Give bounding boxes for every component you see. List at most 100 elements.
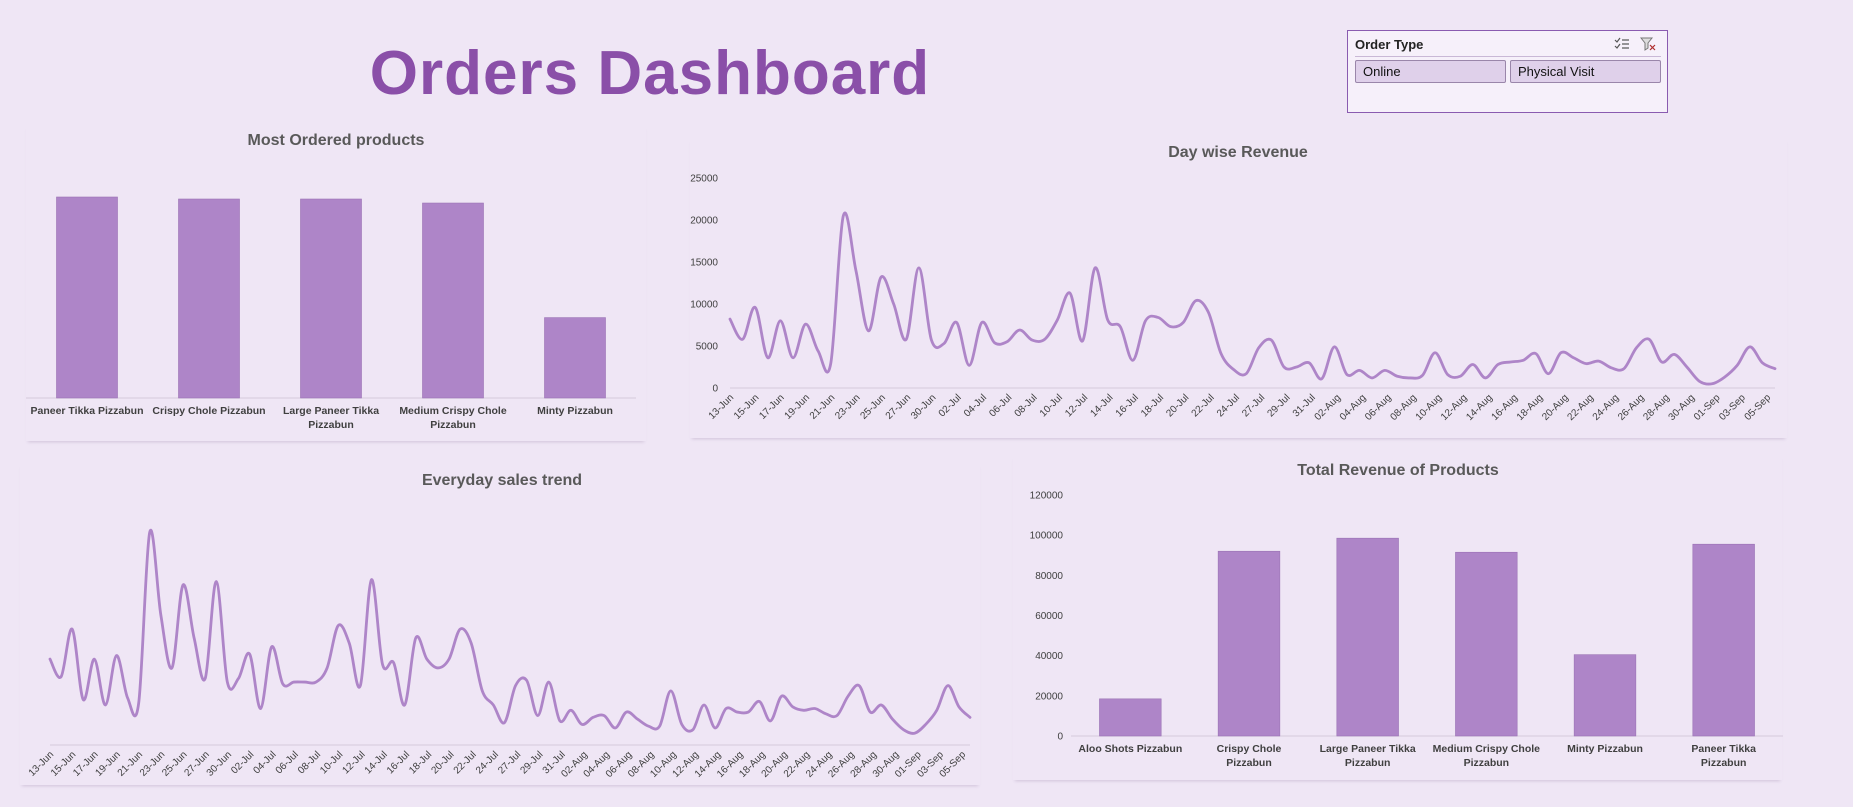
x-tick-label: 02-Aug (1313, 392, 1344, 423)
bar (1573, 654, 1637, 737)
everyday-sales-trend-chart: Everyday sales trend 13-Jun 15-Jun 17-Jun 1… (20, 463, 980, 785)
x-tick-label: 30-Jun (909, 392, 938, 421)
y-tick-label: 120000 (1030, 491, 1064, 502)
bar (1692, 543, 1755, 737)
x-tick-label: 06-Jul (274, 749, 301, 776)
multi-select-icon[interactable] (1613, 37, 1631, 53)
x-tick-label: 04-Jul (252, 749, 279, 776)
chart-title: Most Ordered products (248, 132, 425, 149)
x-tick-label: 01-Sep (1692, 392, 1723, 423)
x-tick-label: 28-Aug (1641, 392, 1672, 423)
x-tick-label: 26-Aug (1616, 392, 1647, 423)
x-tick-label: 18-Jul (1139, 392, 1166, 419)
category-label: Crispy Chole Pizzabun (1217, 743, 1282, 769)
y-tick-label: 100000 (1030, 531, 1064, 542)
chart-title: Total Revenue of Products (1297, 462, 1499, 479)
y-tick-label: 10000 (690, 300, 718, 311)
day-wise-revenue-chart: Day wise Revenue 0 5000 10000 15000 20000 250… (690, 138, 1787, 438)
x-tick-label: 10-Jul (318, 749, 345, 776)
x-tick-label: 08-Jul (1013, 392, 1040, 419)
x-tick-label: 22-Aug (1565, 392, 1596, 423)
bar (300, 198, 362, 399)
y-tick-label: 25000 (690, 174, 718, 185)
x-tick-label: 20-Jul (1164, 392, 1191, 419)
x-tick-label: 12-Jul (1063, 392, 1090, 419)
page-title: Orders Dashboard (369, 39, 931, 108)
x-tick-label: 18-Jul (407, 749, 434, 776)
bar (1099, 698, 1162, 737)
total-revenue-products-chart: Total Revenue of Products 0 20000 40000 600… (1013, 455, 1783, 780)
category-label: Minty Pizzabun (1567, 743, 1643, 755)
x-tick-label: 05-Sep (1743, 392, 1774, 423)
order-type-slicer: Order Type Online Physical Visit (1347, 30, 1668, 113)
x-tick-label: 24-Jul (1215, 392, 1242, 419)
x-tick-label: 19-Jun (783, 392, 812, 421)
x-tick-label: 06-Aug (1363, 392, 1394, 423)
y-tick-label: 15000 (690, 258, 718, 269)
y-tick-label: 5000 (696, 342, 719, 353)
x-tick-label: 16-Jul (1114, 392, 1141, 419)
most-ordered-svg: Most Ordered products Paneer Tikka Pizza… (26, 132, 636, 431)
y-tick-label: 20000 (690, 216, 718, 227)
x-tick-label: 21-Jun (808, 392, 837, 421)
slicer-option-online[interactable]: Online (1355, 60, 1506, 83)
x-tick-label: 06-Jul (987, 392, 1014, 419)
x-tick-label: 15-Jun (732, 392, 761, 421)
y-tick-label: 20000 (1035, 691, 1063, 702)
series-line (48, 528, 972, 735)
x-tick-label: 27-Jul (1240, 392, 1267, 419)
category-label: Large Paneer Tikka Pizzabun (1320, 743, 1416, 769)
bar (544, 317, 606, 399)
x-tick-label: 18-Aug (1515, 392, 1546, 423)
clear-filter-icon[interactable] (1639, 37, 1657, 53)
slicer-title: Order Type (1355, 37, 1424, 52)
bar (1217, 550, 1281, 737)
bar (422, 202, 484, 399)
x-tick-label: 23-Jun (833, 392, 862, 421)
x-tick-label: 22-Jul (452, 749, 479, 776)
category-label: Paneer Tikka Pizzabun (1691, 743, 1756, 769)
bar (1336, 537, 1399, 737)
x-tick-label: 25-Jun (858, 392, 887, 421)
x-tick-label: 08-Aug (1388, 392, 1419, 423)
day-revenue-svg: Day wise Revenue 0 5000 10000 15000 20000 250… (690, 144, 1777, 423)
x-tick-label: 02-Jul (229, 749, 256, 776)
x-tick-label: 16-Jul (385, 749, 412, 776)
x-tick-label: 10-Aug (1414, 392, 1445, 423)
slicer-option-physical-visit[interactable]: Physical Visit (1510, 60, 1661, 83)
x-tick-label: 12-Aug (1439, 392, 1470, 423)
bar (178, 198, 240, 399)
x-tick-label: 29-Jul (518, 749, 545, 776)
x-tick-label: 17-Jun (757, 392, 786, 421)
category-label: Large Paneer Tikka Pizzabun (283, 405, 379, 431)
x-tick-label: 30-Aug (1667, 392, 1698, 423)
category-label: Medium Crispy Chole Pizzabun (399, 405, 507, 431)
x-tick-label: 14-Jul (363, 749, 390, 776)
product-revenue-svg: Total Revenue of Products 0 20000 40000 600… (1030, 462, 1783, 769)
category-label: Crispy Chole Pizzabun (152, 405, 265, 417)
x-tick-label: 24-Jul (474, 749, 501, 776)
series-line (728, 211, 1777, 386)
x-tick-label: 08-Jul (296, 749, 323, 776)
category-label: Paneer Tikka Pizzabun (30, 405, 143, 417)
chart-title: Everyday sales trend (422, 472, 582, 489)
x-tick-label: 12-Jul (340, 749, 367, 776)
x-tick-label: 04-Jul (962, 392, 989, 419)
x-tick-label: 29-Jul (1266, 392, 1293, 419)
x-tick-label: 14-Jul (1088, 392, 1115, 419)
chart-title: Day wise Revenue (1168, 144, 1308, 161)
most-ordered-products-chart: Most Ordered products Paneer Tikka Pizza… (26, 125, 646, 441)
x-tick-label: 03-Sep (1717, 392, 1748, 423)
x-tick-label: 02-Jul (937, 392, 964, 419)
y-tick-label: 0 (712, 384, 718, 395)
y-tick-label: 60000 (1035, 611, 1063, 622)
y-tick-label: 40000 (1035, 651, 1063, 662)
x-tick-label: 30-Jun (205, 749, 234, 778)
category-label: Medium Crispy Chole Pizzabun (1433, 743, 1541, 769)
x-tick-label: 10-Jul (1038, 392, 1065, 419)
category-label: Minty Pizzabun (537, 405, 613, 417)
bar (1455, 551, 1518, 737)
x-tick-label: 16-Aug (1490, 392, 1521, 423)
x-tick-label: 27-Jul (496, 749, 523, 776)
y-tick-label: 80000 (1035, 571, 1063, 582)
